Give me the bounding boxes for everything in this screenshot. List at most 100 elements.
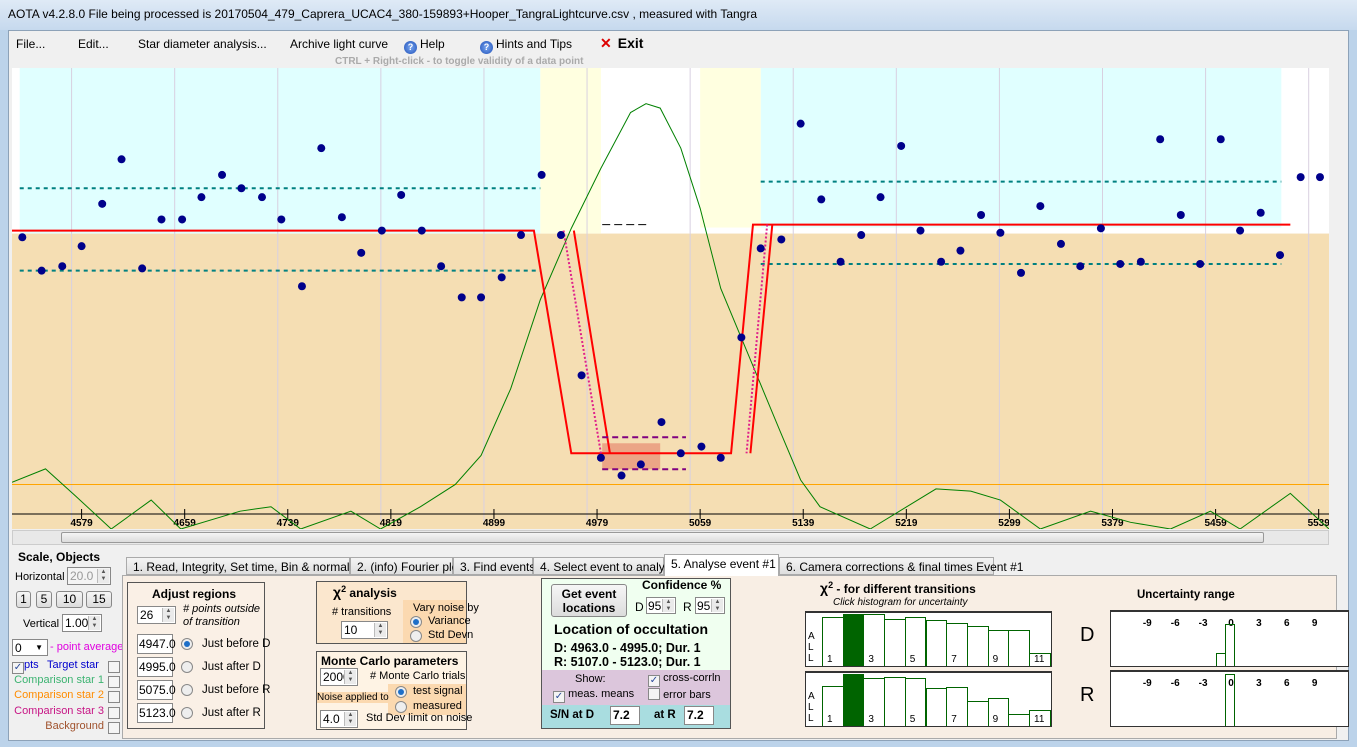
hint-text: CTRL + Right-click - to toggle validity … xyxy=(335,56,584,67)
region-value-input[interactable]: 5123.0 xyxy=(137,703,176,723)
object-checkbox[interactable] xyxy=(108,691,120,704)
histogram-bar[interactable] xyxy=(884,677,906,726)
histogram-bar[interactable] xyxy=(966,701,989,726)
histogram-bar[interactable] xyxy=(884,619,906,666)
menu-edit[interactable]: Edit... xyxy=(78,37,109,51)
meas-means-checkbox[interactable]: ✓ meas. means xyxy=(553,688,634,703)
histogram-bar[interactable] xyxy=(946,622,968,666)
menu-archive[interactable]: Archive light curve xyxy=(290,37,388,51)
tab-4[interactable]: 4. Select event to analyse xyxy=(533,557,677,575)
data-point xyxy=(357,248,366,257)
help-label: Help xyxy=(420,37,445,51)
histogram-bar[interactable] xyxy=(842,614,865,666)
transitions-label: # transitions xyxy=(332,606,392,618)
histogram-tick-label: 3 xyxy=(868,654,874,665)
region-radio[interactable] xyxy=(181,638,193,650)
menu-file[interactable]: File... xyxy=(16,37,45,51)
point-average-select[interactable]: 0 ▼ xyxy=(12,639,48,656)
baseline-region-left xyxy=(19,68,541,234)
menu-star-diameter[interactable]: Star diameter analysis... xyxy=(138,37,267,51)
uncertainty-tick-label: 3 xyxy=(1256,618,1262,629)
data-point xyxy=(337,213,346,222)
error-bars-checkbox[interactable]: error bars xyxy=(648,688,711,701)
region-radio[interactable] xyxy=(181,684,193,696)
menu-hints[interactable]: ? Hints and Tips xyxy=(480,37,572,54)
data-point xyxy=(1256,208,1265,217)
scrollbar-thumb[interactable] xyxy=(61,532,1264,543)
scale-button-10[interactable]: 10 xyxy=(56,591,83,608)
data-point xyxy=(197,193,206,202)
monte-carlo-trials-label: # Monte Carlo trials xyxy=(370,670,466,682)
tab-2[interactable]: 2. (info) Fourier plot xyxy=(350,557,462,575)
r-confidence-input[interactable]: 95 ▲ ▼ xyxy=(695,597,725,614)
histogram-bar[interactable] xyxy=(904,678,927,726)
chi-square-histogram-r[interactable]: A L L 1 3 5 7 9 11 xyxy=(805,671,1052,727)
pts-checkbox[interactable]: ✓ pts xyxy=(12,659,39,674)
region-value-input[interactable]: 4947.0 xyxy=(137,634,176,654)
horizontal-scrollbar[interactable] xyxy=(12,530,1329,545)
data-point xyxy=(37,266,46,275)
d-confidence-input[interactable]: 95 ▲ ▼ xyxy=(646,597,676,614)
histogram-bar[interactable] xyxy=(966,625,989,666)
data-point xyxy=(317,144,326,153)
test-signal-label: test signal xyxy=(413,685,463,697)
uncertainty-tick-label: -6 xyxy=(1170,618,1180,629)
scale-button-5[interactable]: 5 xyxy=(36,591,52,608)
data-point xyxy=(1315,173,1324,182)
region-radio[interactable] xyxy=(181,707,193,719)
variance-radio[interactable] xyxy=(410,616,422,628)
chi-square-histogram-d[interactable]: A L L 1 3 5 7 9 11 xyxy=(805,611,1052,667)
vertical-scale-input[interactable]: 1.00 ▲ ▼ xyxy=(62,614,102,632)
uncertainty-title: Uncertainty range xyxy=(1137,589,1235,601)
histogram-bar[interactable] xyxy=(863,614,886,666)
histogram-bar[interactable] xyxy=(842,674,865,726)
region-radio[interactable] xyxy=(181,661,193,673)
scale-button-1[interactable]: 1 xyxy=(16,591,31,608)
tab-3[interactable]: 3. Find events xyxy=(453,557,535,575)
uncertainty-tick-label: 3 xyxy=(1256,678,1262,689)
menu-help[interactable]: ? Help xyxy=(404,37,445,54)
region-value-input[interactable]: 5075.0 xyxy=(137,680,176,700)
stddev-limit-input[interactable]: 4.0 ▲ ▼ xyxy=(320,710,358,728)
object-checkbox[interactable] xyxy=(108,676,120,689)
sn-d-label: S/N at D xyxy=(550,709,595,721)
histogram-bar[interactable] xyxy=(925,619,948,666)
object-checkbox[interactable] xyxy=(108,706,120,719)
horizontal-scale-input[interactable]: 20.0 ▲ ▼ xyxy=(67,567,111,585)
histogram-bar[interactable] xyxy=(904,616,927,666)
data-point xyxy=(796,119,805,128)
data-point xyxy=(1276,251,1285,260)
histogram-bar[interactable] xyxy=(1008,629,1030,666)
histogram-bar[interactable] xyxy=(946,687,968,726)
histogram-bar[interactable] xyxy=(1008,713,1030,726)
histogram-bar[interactable] xyxy=(987,697,1010,726)
x-tick-label: 5059 xyxy=(689,518,712,529)
region-value-input[interactable]: 4995.0 xyxy=(137,657,176,677)
test-signal-radio[interactable] xyxy=(395,686,407,698)
transitions-input[interactable]: 10 ▲ ▼ xyxy=(341,621,388,639)
r-label: R xyxy=(1080,684,1095,706)
data-point xyxy=(1076,262,1085,271)
data-point xyxy=(497,273,506,282)
points-outside-input[interactable]: 26 ▲ ▼ xyxy=(137,606,176,624)
histogram-bar[interactable] xyxy=(925,688,948,726)
tab-1[interactable]: 1. Read, Integrity, Set time, Bin & norm… xyxy=(126,557,365,575)
object-label: Comparison star 2 xyxy=(14,689,104,702)
object-checkbox[interactable] xyxy=(108,661,120,673)
tab-5[interactable]: 5. Analyse event #1 xyxy=(664,554,779,576)
cross-corr-checkbox[interactable]: ✓ cross-corrln xyxy=(648,672,721,687)
menu-exit[interactable]: ✕ Exit xyxy=(600,35,643,52)
uncertainty-tick-label: -3 xyxy=(1198,618,1208,629)
uncertainty-tick-label: -9 xyxy=(1142,678,1152,689)
histogram-bar[interactable] xyxy=(863,678,886,726)
tab-6[interactable]: 6. Camera corrections & final times Even… xyxy=(779,557,1023,575)
object-checkbox[interactable] xyxy=(108,721,120,734)
scale-button-15[interactable]: 15 xyxy=(86,591,112,608)
bottom-uncertainty-box xyxy=(602,443,661,470)
stddev-radio[interactable] xyxy=(410,630,422,642)
uncertainty-plot-r: -9 -6 -3 0 3 6 9 xyxy=(1110,670,1349,727)
histogram-bar[interactable] xyxy=(987,629,1010,666)
get-event-locations-button[interactable]: Get event locations xyxy=(551,584,627,617)
monte-carlo-trials-input[interactable]: 2000 ▲ ▼ xyxy=(320,668,358,686)
light-curve-plot[interactable]: 4579 4659 4739 4819 4899 4979 5059 5139 5219 5299… xyxy=(12,68,1329,529)
